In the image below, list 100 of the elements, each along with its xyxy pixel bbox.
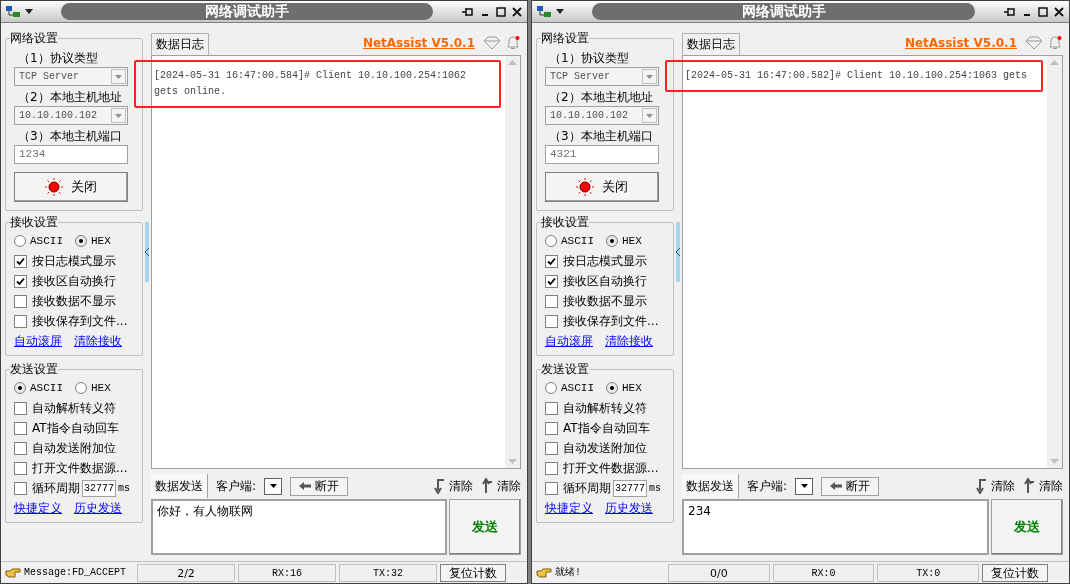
checkbox[interactable]: [14, 401, 27, 415]
unit-label: ms: [118, 481, 131, 496]
reset-count-button[interactable]: 复位计数: [440, 563, 506, 582]
bell-icon[interactable]: [1047, 35, 1063, 51]
checkbox[interactable]: [14, 481, 27, 495]
checkbox-option[interactable]: AT指令自动回车: [545, 418, 665, 438]
radio-option[interactable]: HEX: [75, 379, 111, 397]
client-dropdown[interactable]: [264, 477, 283, 495]
caret-icon[interactable]: [25, 9, 33, 14]
checkbox-option[interactable]: 自动解析转义符: [545, 398, 665, 418]
send-button[interactable]: 发送: [991, 499, 1063, 555]
action-link[interactable]: 自动滚屏: [14, 332, 62, 350]
disconnect-button[interactable]: 断开: [290, 476, 349, 496]
checkbox[interactable]: [14, 294, 27, 308]
close-port-button[interactable]: 关闭: [14, 172, 128, 202]
checkbox[interactable]: [545, 421, 558, 435]
checkbox-option[interactable]: 自动解析转义符: [14, 398, 134, 418]
network-icon[interactable]: [536, 4, 552, 19]
checkbox-option[interactable]: 自动发送附加位: [14, 438, 134, 458]
checkbox[interactable]: [14, 461, 27, 475]
cycle-input-field[interactable]: 32777: [613, 479, 647, 497]
radio-button[interactable]: [14, 382, 26, 394]
checkbox-option[interactable]: 接收保存到文件...: [14, 311, 134, 331]
checkbox[interactable]: [545, 314, 558, 328]
log-tab[interactable]: 数据日志: [151, 33, 209, 55]
checkbox[interactable]: [545, 401, 558, 415]
clear-button[interactable]: 清除: [481, 476, 521, 496]
action-link[interactable]: 历史发送: [74, 499, 122, 517]
maximize-icon[interactable]: [495, 5, 507, 18]
checkbox[interactable]: [545, 441, 558, 455]
checkbox[interactable]: [545, 461, 558, 475]
log-tab[interactable]: 数据日志: [682, 33, 740, 55]
diamond-icon[interactable]: [1025, 36, 1043, 50]
cycle-input-field[interactable]: 32777: [82, 479, 116, 497]
splitter-handle[interactable]: [676, 222, 680, 282]
radio-option[interactable]: HEX: [606, 232, 642, 250]
radio-option[interactable]: ASCII: [545, 379, 594, 397]
diamond-icon[interactable]: [483, 36, 501, 50]
splitter-handle[interactable]: [145, 222, 149, 282]
close-port-button[interactable]: 关闭: [545, 172, 659, 202]
radio-button[interactable]: [606, 382, 618, 394]
clear-button[interactable]: 清除: [433, 476, 473, 496]
close-icon[interactable]: [1053, 5, 1065, 18]
action-link[interactable]: 清除接收: [74, 332, 122, 350]
checkbox-option[interactable]: 循环周期: [14, 478, 80, 498]
checkbox-option[interactable]: 打开文件数据源...: [545, 458, 665, 478]
radio-option[interactable]: ASCII: [545, 232, 594, 250]
network-icon[interactable]: [5, 4, 21, 19]
checkbox[interactable]: [14, 441, 27, 455]
radio-button[interactable]: [14, 235, 26, 247]
action-link[interactable]: 清除接收: [605, 332, 653, 350]
caret-icon[interactable]: [556, 9, 564, 14]
action-link[interactable]: 自动滚屏: [545, 332, 593, 350]
checkbox-option[interactable]: 接收保存到文件...: [545, 311, 665, 331]
checkbox-option[interactable]: AT指令自动回车: [14, 418, 134, 438]
radio-option[interactable]: ASCII: [14, 232, 63, 250]
pin-icon[interactable]: [461, 5, 475, 18]
radio-option[interactable]: HEX: [75, 232, 111, 250]
radio-button[interactable]: [545, 382, 557, 394]
checkbox[interactable]: [545, 274, 558, 288]
radio-option[interactable]: HEX: [606, 379, 642, 397]
checkbox-option[interactable]: 循环周期: [545, 478, 611, 498]
checkbox[interactable]: [545, 294, 558, 308]
checkbox-option[interactable]: 打开文件数据源...: [14, 458, 134, 478]
checkbox[interactable]: [14, 254, 27, 268]
close-icon[interactable]: [511, 5, 523, 18]
checkbox-option[interactable]: 接收数据不显示: [14, 291, 134, 311]
maximize-icon[interactable]: [1037, 5, 1049, 18]
checkbox[interactable]: [14, 421, 27, 435]
send-tab[interactable]: 数据发送: [151, 474, 208, 498]
checkbox-option[interactable]: 接收区自动换行: [545, 271, 665, 291]
disconnect-button[interactable]: 断开: [821, 476, 880, 496]
checkbox[interactable]: [14, 274, 27, 288]
clear-button[interactable]: 清除: [975, 476, 1015, 496]
checkbox-option[interactable]: 按日志模式显示: [545, 251, 665, 271]
client-dropdown[interactable]: [795, 477, 814, 495]
checkbox-option[interactable]: 接收区自动换行: [14, 271, 134, 291]
radio-button[interactable]: [545, 235, 557, 247]
action-link[interactable]: 历史发送: [605, 499, 653, 517]
checkbox[interactable]: [545, 254, 558, 268]
action-link[interactable]: 快捷定义: [14, 499, 62, 517]
radio-button[interactable]: [75, 235, 87, 247]
pin-icon[interactable]: [1003, 5, 1017, 18]
send-button[interactable]: 发送: [449, 499, 521, 555]
action-link[interactable]: 快捷定义: [545, 499, 593, 517]
checkbox-option[interactable]: 自动发送附加位: [545, 438, 665, 458]
clear-button[interactable]: 清除: [1023, 476, 1063, 496]
checkbox-option[interactable]: 接收数据不显示: [545, 291, 665, 311]
bell-icon[interactable]: [505, 35, 521, 51]
reset-count-button[interactable]: 复位计数: [982, 563, 1048, 582]
send-input-field[interactable]: 你好，有人物联网: [151, 499, 447, 555]
checkbox[interactable]: [545, 481, 558, 495]
radio-button[interactable]: [75, 382, 87, 394]
send-input-field[interactable]: 234: [682, 499, 989, 555]
radio-option[interactable]: ASCII: [14, 379, 63, 397]
checkbox-option[interactable]: 按日志模式显示: [14, 251, 134, 271]
send-tab[interactable]: 数据发送: [682, 474, 739, 498]
checkbox[interactable]: [14, 314, 27, 328]
radio-button[interactable]: [606, 235, 618, 247]
connection-count: 2/2: [137, 563, 235, 582]
